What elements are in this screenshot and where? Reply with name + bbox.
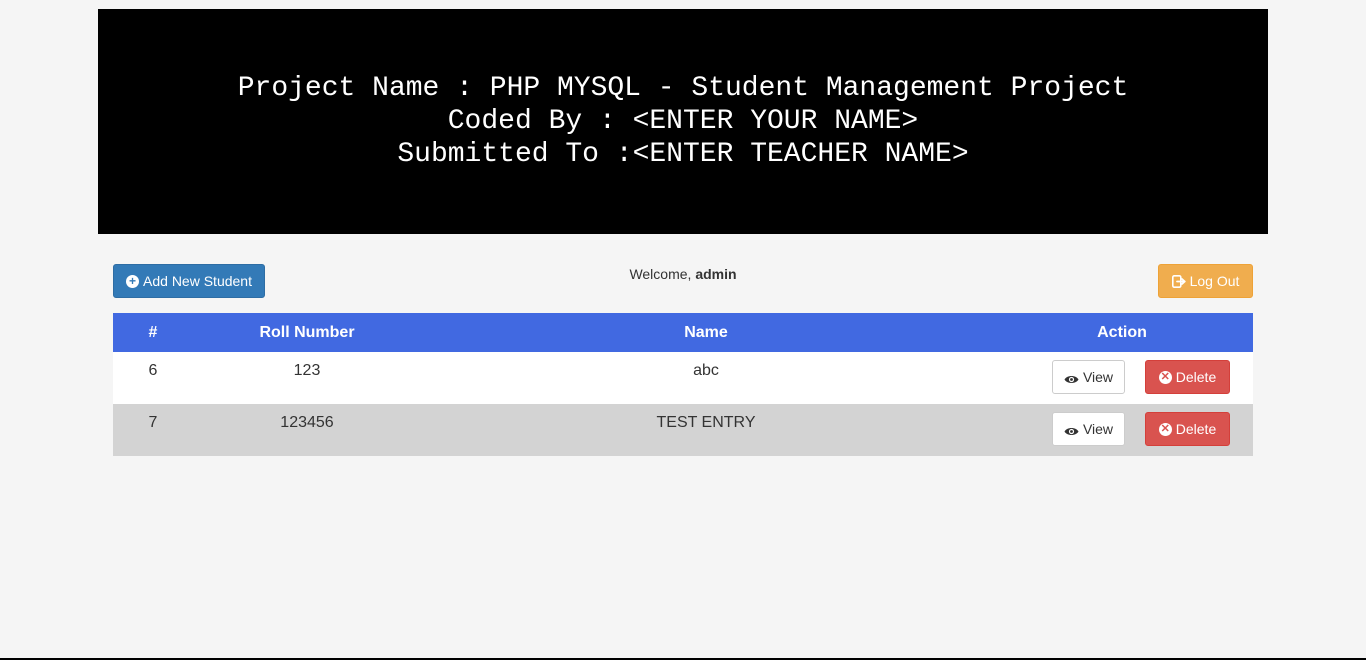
welcome-username: admin	[695, 266, 737, 282]
logout-icon	[1171, 274, 1186, 288]
row-actions: View ✕ Delete	[991, 404, 1253, 456]
header-index: #	[148, 323, 158, 341]
view-button[interactable]: View	[1052, 360, 1125, 394]
row-index: 7	[148, 414, 158, 431]
remove-circle-icon: ✕	[1158, 370, 1172, 384]
delete-button[interactable]: ✕ Delete	[1145, 360, 1230, 394]
view-button[interactable]: View	[1052, 412, 1125, 446]
remove-circle-icon: ✕	[1158, 422, 1172, 436]
banner-coded-by: Coded By : <ENTER YOUR NAME>	[447, 106, 919, 137]
row-name: TEST ENTRY	[656, 414, 756, 431]
log-out-label: Log Out	[1189, 273, 1240, 289]
banner-submitted-to: Submitted To :<ENTER TEACHER NAME>	[397, 139, 969, 170]
header-roll-number: Roll Number	[259, 323, 355, 341]
row-roll-number: 123456	[280, 414, 334, 431]
students-table: # Roll Number Name Action 6 123 abc View…	[113, 313, 1253, 456]
row-actions: View ✕ Delete	[991, 352, 1253, 404]
table-row: 7 123456 TEST ENTRY View ✕ Delete	[113, 404, 1253, 456]
table-row: 6 123 abc View ✕ Delete	[113, 352, 1253, 404]
row-index: 6	[148, 362, 158, 379]
welcome-prefix: Welcome,	[629, 266, 696, 282]
eye-icon	[1064, 424, 1079, 435]
banner-project-name: Project Name : PHP MYSQL - Student Manag…	[237, 73, 1129, 104]
row-roll-number: 123	[293, 362, 321, 379]
header-action: Action	[1097, 323, 1147, 341]
view-label: View	[1082, 369, 1114, 385]
delete-button[interactable]: ✕ Delete	[1145, 412, 1230, 446]
project-banner: Project Name : PHP MYSQL - Student Manag…	[98, 9, 1268, 234]
view-label: View	[1082, 421, 1114, 437]
row-name: abc	[693, 362, 719, 379]
log-out-button[interactable]: Log Out	[1158, 264, 1253, 298]
delete-label: Delete	[1175, 369, 1217, 385]
header-name: Name	[684, 323, 728, 341]
eye-icon	[1064, 372, 1079, 383]
table-header-row: # Roll Number Name Action	[113, 313, 1253, 352]
delete-label: Delete	[1175, 421, 1217, 437]
